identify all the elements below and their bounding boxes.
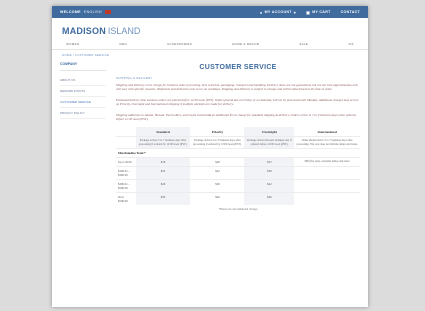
flag-icon[interactable]	[104, 10, 111, 14]
page-title: CUSTOMER SERVICE	[199, 64, 277, 71]
column-header-overnight: Overnight	[244, 127, 295, 137]
table-cell: $32	[190, 166, 245, 180]
table-cell: $18	[135, 157, 191, 167]
logo-primary: MADISON	[62, 26, 106, 36]
row-label: Up to $100	[116, 157, 136, 167]
table-section-row: Merchandise Total *	[116, 148, 360, 158]
page: WELCOME ENGLISH ● MY ACCOUNT ▾ ▣ MY CART…	[52, 6, 368, 307]
sidebar-item-customer-service[interactable]: CUSTOMER SERVICE	[60, 97, 106, 108]
nav-item-accessories[interactable]: ACCESSORIES	[167, 42, 192, 46]
welcome-text: WELCOME	[60, 10, 81, 14]
row-label: $300.01 – $500.00	[116, 179, 136, 193]
table-cell: Order should arrive 5 to 7 business days…	[294, 136, 360, 149]
table-cell	[294, 179, 360, 193]
logo-secondary: ISLAND	[107, 26, 141, 36]
table-cell: Package arrives 2 to 3 business days aft…	[190, 136, 245, 149]
row-label: Over $500.00	[116, 192, 136, 206]
table-cell: $46	[244, 192, 295, 206]
table-cell	[294, 166, 360, 180]
nav-item-sale[interactable]: SALE	[299, 42, 308, 46]
sidebar-item-about-us[interactable]: ABOUT US	[60, 75, 106, 86]
sidebar: COMPANY ABOUT US REWARD POINTS CUSTOMER …	[60, 62, 106, 211]
table-cell: $42	[244, 179, 295, 193]
chevron-down-icon: ▾	[293, 9, 297, 15]
language-selector[interactable]: ENGLISH	[84, 10, 102, 14]
table-corner	[116, 127, 136, 137]
column-header-standard: Standard	[135, 127, 191, 137]
table-header-row: Standard Priority Overnight Internationa…	[116, 127, 360, 137]
row-label: $100.01 – $300.00	[116, 166, 136, 180]
table-cell: $28	[190, 157, 245, 167]
table-cell	[294, 192, 360, 206]
cart-icon: ▣	[306, 9, 311, 15]
paragraph: Estimated delivery time assumes orders a…	[116, 97, 359, 107]
nav-item-home-decor[interactable]: HOME & DECOR	[232, 42, 259, 46]
top-bar: WELCOME ENGLISH ● MY ACCOUNT ▾ ▣ MY CART…	[52, 6, 368, 18]
column-header-international: International	[317, 130, 337, 135]
table-cell: $26	[135, 179, 191, 193]
table-cell: $22	[135, 166, 191, 180]
table-cell: $38	[244, 166, 295, 180]
nav-item-women[interactable]: WOMEN	[66, 42, 79, 46]
sidebar-heading: COMPANY	[60, 62, 106, 71]
table-cell: $30	[135, 192, 191, 206]
table-row: Package arrives 3 to 7 business days aft…	[116, 136, 360, 149]
sidebar-item-reward-points[interactable]: REWARD POINTS	[60, 86, 106, 97]
paragraph: Shipping and Delivery is the charge for …	[116, 83, 358, 92]
nav-item-vip[interactable]: VIP	[348, 42, 354, 46]
table-cell: $80 (flat rate), excludes duties and tax…	[294, 157, 360, 167]
table-row: $100.01 – $300.00 $22 $32 $38	[116, 166, 360, 180]
table-cell: Package arrives 3 to 7 business days aft…	[135, 136, 191, 149]
table-section-label: Merchandise Total *	[116, 148, 360, 158]
nav-item-men[interactable]: MEN	[119, 42, 127, 46]
table-row: Over $500.00 $30 $40 $46	[116, 192, 360, 206]
logo[interactable]: MADISON ISLAND	[52, 18, 368, 38]
content-area: COMPANY ABOUT US REWARD POINTS CUSTOMER …	[52, 60, 368, 211]
user-icon: ●	[259, 9, 263, 15]
table-row: $300.01 – $500.00 $26 $36 $42	[116, 179, 360, 193]
main-nav: WOMEN MEN ACCESSORIES HOME & DECOR SALE …	[52, 38, 368, 50]
cart-link[interactable]: ▣ MY CART	[306, 10, 331, 15]
section-heading: SHIPPING & DELIVERY	[116, 76, 153, 80]
column-header-priority: Priority	[211, 130, 224, 135]
top-links: ● MY ACCOUNT ▾ ▣ MY CART CONTACT	[260, 10, 360, 15]
table-cell: $35	[244, 157, 295, 167]
contact-link[interactable]: CONTACT	[341, 10, 360, 15]
table-cell: Package arrives the next business day if…	[244, 136, 295, 149]
shipping-table: Standard Priority Overnight Internationa…	[116, 127, 360, 206]
table-cell: $36	[190, 179, 245, 193]
sidebar-item-privacy-policy[interactable]: PRIVACY POLICY	[60, 108, 106, 119]
account-link[interactable]: ● MY ACCOUNT ▾	[260, 10, 296, 15]
paragraph: Shipping addresses in Alaska, Hawaii, Pu…	[116, 112, 356, 122]
main-content: CUSTOMER SERVICE SHIPPING & DELIVERY Shi…	[106, 62, 360, 211]
table-footnote: *Before tax and additional charges	[218, 208, 258, 212]
table-row: Up to $100 $18 $28 $35 $80 (flat rate), …	[116, 157, 360, 167]
table-cell: $40	[190, 192, 245, 206]
breadcrumb[interactable]: HOME / CUSTOMER SERVICE	[52, 50, 368, 60]
